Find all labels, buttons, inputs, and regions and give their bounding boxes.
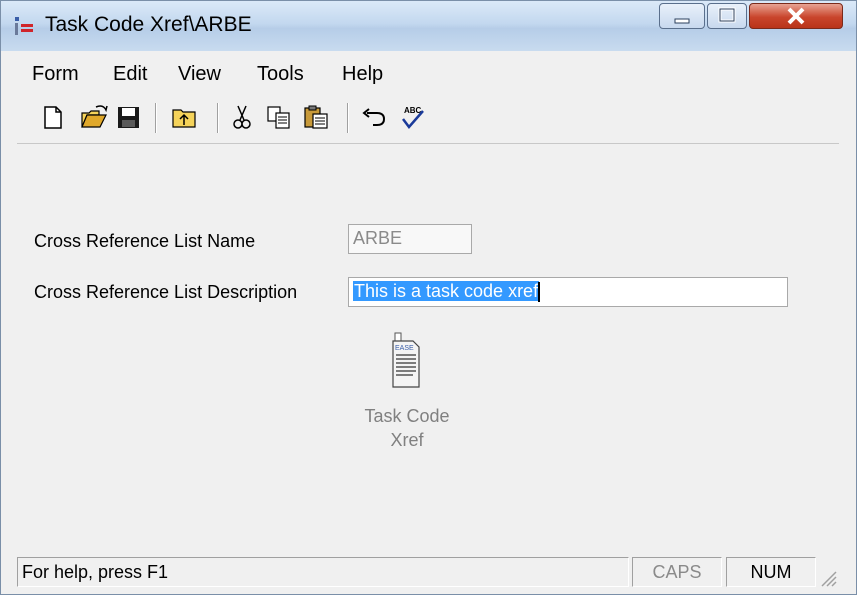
new-icon[interactable] — [37, 101, 67, 133]
task-code-xref-label-line2: Xref — [390, 430, 424, 450]
maximize-icon — [718, 7, 736, 23]
menu-form[interactable]: Form — [32, 63, 79, 86]
copy-icon[interactable] — [264, 101, 294, 133]
list-name-field: ARBE — [348, 224, 472, 254]
app-icon — [15, 17, 33, 35]
resize-grip-icon[interactable] — [817, 567, 837, 587]
form-area: Cross Reference List Name ARBE Cross Ref… — [17, 144, 839, 549]
undo-icon[interactable] — [359, 101, 389, 133]
close-icon — [787, 7, 805, 25]
status-bar: For help, press F1 CAPS NUM — [17, 557, 839, 591]
spellcheck-icon[interactable]: ABC — [397, 101, 427, 133]
toolbar: ABC — [17, 97, 839, 144]
save-icon[interactable] — [113, 101, 143, 133]
maximize-button[interactable] — [707, 3, 747, 29]
open-icon[interactable] — [79, 101, 109, 133]
menu-help[interactable]: Help — [342, 63, 383, 86]
task-code-xref-label[interactable]: Task Code Xref — [357, 404, 457, 452]
folder-up-icon[interactable] — [169, 101, 199, 133]
num-lock-indicator: NUM — [726, 557, 816, 587]
menu-view[interactable]: View — [178, 63, 221, 86]
list-description-field[interactable]: This is a task code xref — [348, 277, 788, 307]
svg-text:ABC: ABC — [404, 106, 422, 115]
task-code-xref-label-line1: Task Code — [364, 406, 450, 426]
menu-bar: Form Edit View Tools Help — [17, 61, 839, 89]
list-name-label: Cross Reference List Name — [34, 231, 256, 251]
selected-description-text: This is a task code xref — [353, 281, 540, 301]
title-bar[interactable]: Task Code Xref\ARBE — [1, 1, 856, 51]
text-caret — [538, 282, 541, 303]
menu-edit[interactable]: Edit — [113, 63, 147, 86]
minimize-button[interactable] — [659, 3, 705, 29]
status-help-text: For help, press F1 — [17, 557, 629, 587]
minimize-icon — [674, 18, 690, 24]
caps-lock-indicator: CAPS — [632, 557, 722, 587]
close-button[interactable] — [749, 3, 843, 29]
cut-icon[interactable] — [227, 101, 257, 133]
menu-tools[interactable]: Tools — [257, 63, 304, 86]
svg-text:EASE: EASE — [395, 345, 414, 352]
list-description-label: Cross Reference List Description — [34, 282, 298, 302]
app-window: Task Code Xref\ARBE Form Edit View Tools… — [0, 0, 857, 595]
window-title: Task Code Xref\ARBE — [45, 13, 252, 36]
task-code-xref-document-icon[interactable]: EASE — [391, 331, 423, 389]
paste-icon[interactable] — [301, 101, 331, 133]
